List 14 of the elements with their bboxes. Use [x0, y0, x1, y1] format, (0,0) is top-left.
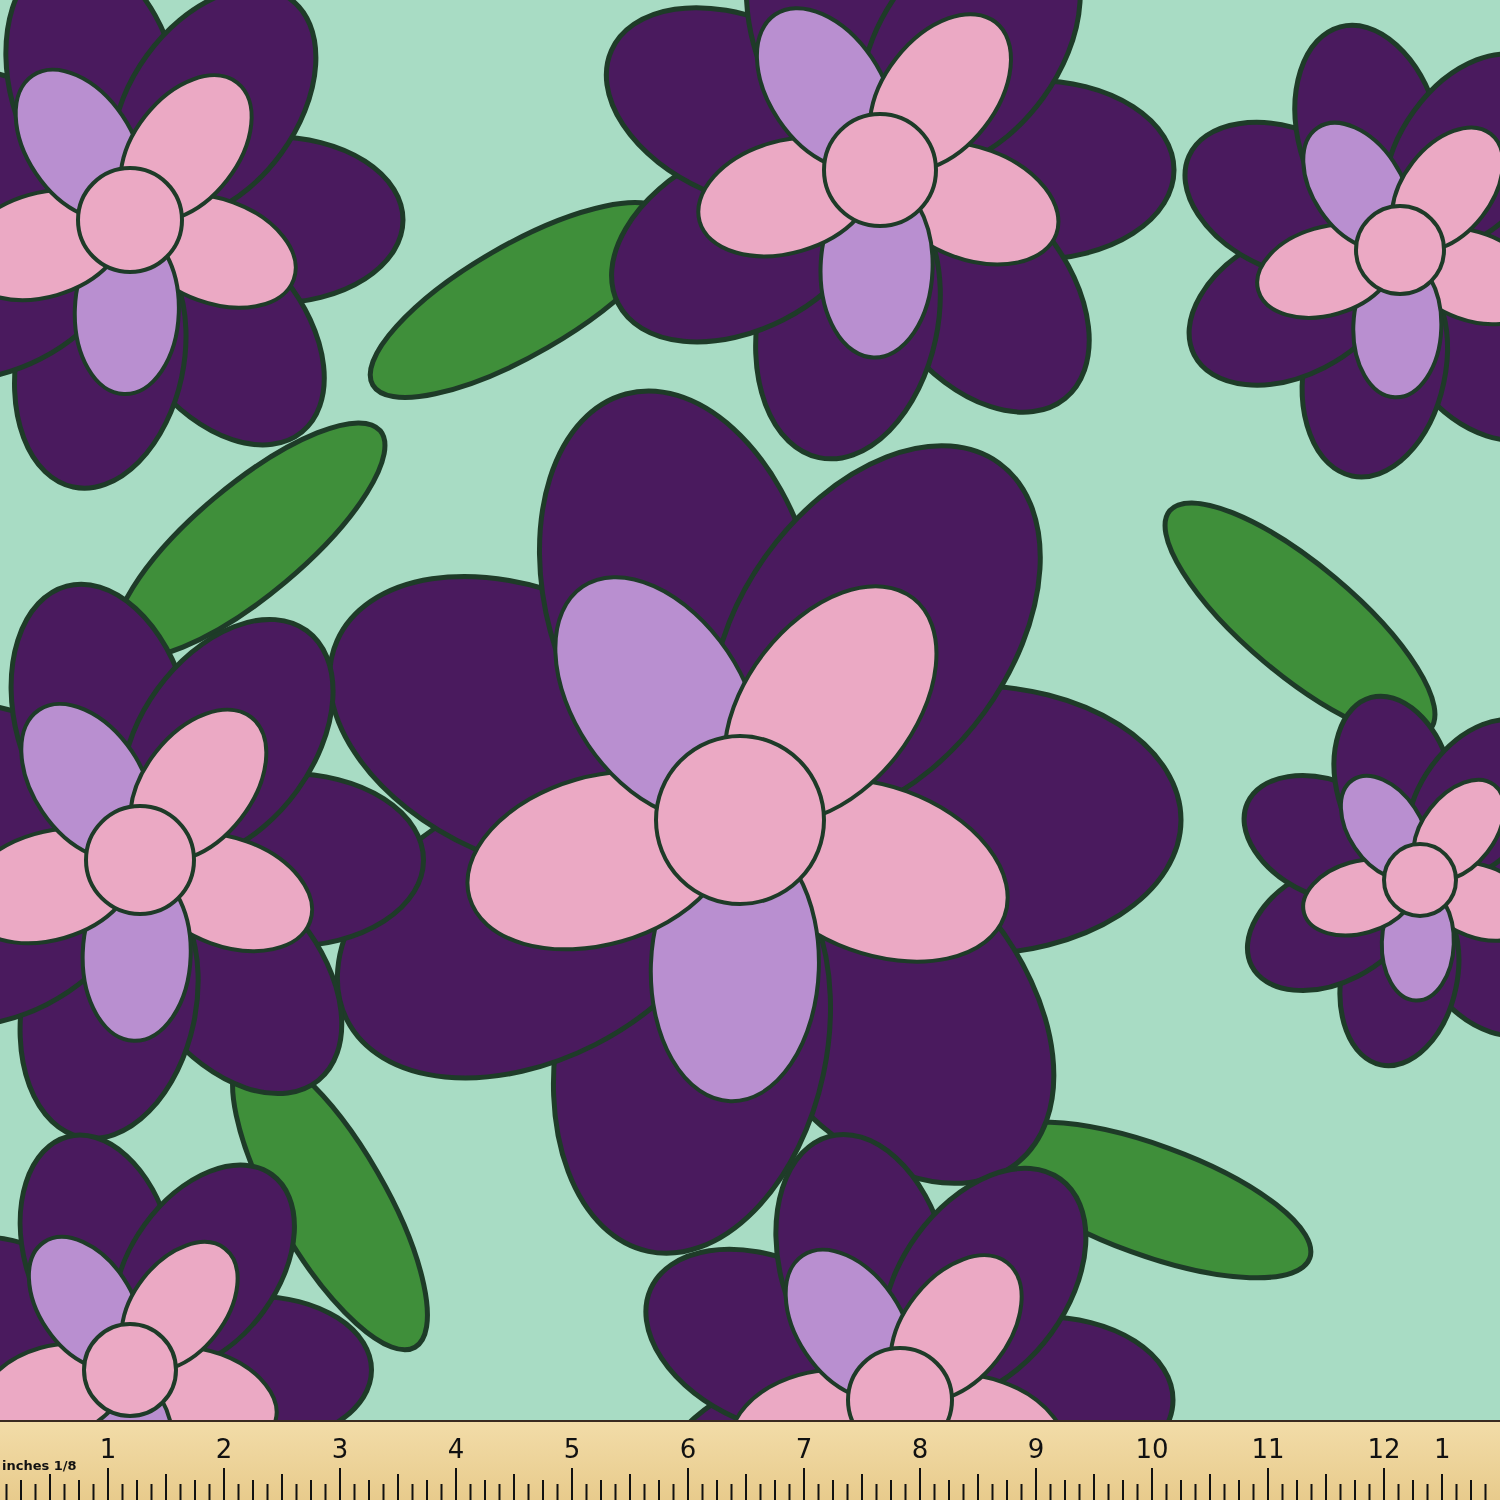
- ruler-number: 9: [1026, 1434, 1046, 1464]
- ruler-number: 6: [678, 1434, 698, 1464]
- ruler-number: 2: [214, 1434, 234, 1464]
- ruler-number: 7: [794, 1434, 814, 1464]
- ruler-number: 12: [1366, 1434, 1402, 1464]
- unit-label: inches 1/8: [2, 1458, 77, 1473]
- ruler-number: 11: [1250, 1434, 1286, 1464]
- ruler-number: 10: [1134, 1434, 1170, 1464]
- ruler-number: 1: [1434, 1434, 1452, 1464]
- ruler-number: 4: [446, 1434, 466, 1464]
- ruler-number: 1: [98, 1434, 118, 1464]
- ruler-number: 3: [330, 1434, 350, 1464]
- ruler-number: 8: [910, 1434, 930, 1464]
- ruler-number: 5: [562, 1434, 582, 1464]
